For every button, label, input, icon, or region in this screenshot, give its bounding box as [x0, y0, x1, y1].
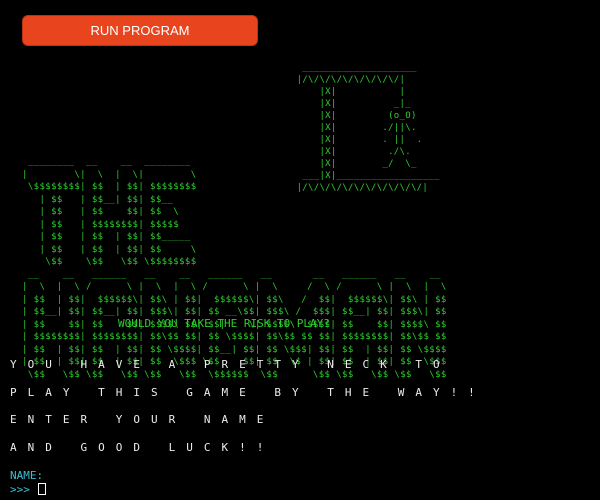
terminal-window: RUN PROGRAM ____________________ |/\/\/\…	[0, 0, 600, 500]
message-line-4: AND GOOD LUCK!!	[10, 441, 275, 454]
input-prompt-row[interactable]: >>>	[10, 482, 46, 496]
text-cursor-icon[interactable]	[37, 483, 46, 495]
hangman-title-ascii-art: ________ __ __ ________ | \| \ | \| \ \$…	[22, 157, 447, 380]
message-line-1: YOU HAVE A PRETTY NECK TO	[10, 358, 451, 371]
message-line-2: PLAY THIS GAME BY THE WAY!!	[10, 386, 486, 399]
run-program-button[interactable]: RUN PROGRAM	[22, 15, 258, 46]
name-prompt-label: NAME:	[10, 469, 44, 482]
prompt-arrows: >>>	[10, 482, 30, 496]
message-line-3: ENTER YOUR NAME	[10, 413, 275, 426]
tagline-text: WOULD YOU TAKE THE RISK TO PLAY?	[118, 317, 330, 330]
